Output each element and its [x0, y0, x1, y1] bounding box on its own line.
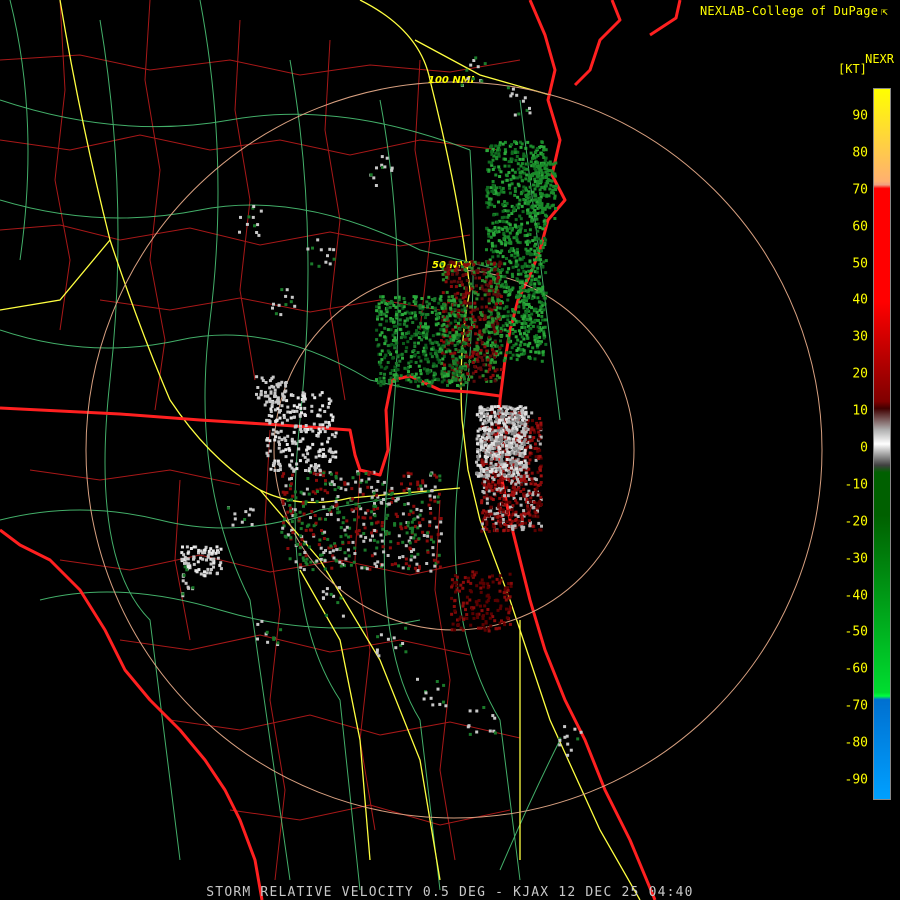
scale-label: -20 [844, 514, 868, 530]
scale-label: 30 [852, 329, 868, 345]
scale-label: 40 [852, 292, 868, 308]
credit-text[interactable]: NEXLAB-College of DuPage [700, 4, 878, 18]
units-label: [KT] [838, 62, 867, 76]
external-link-icon[interactable]: ⇱ [881, 5, 888, 18]
scale-label: 80 [852, 145, 868, 161]
velocity-color-scale [873, 88, 891, 800]
scale-label: 60 [852, 219, 868, 235]
radar-map: 100 NMI 50 NMI [0, 0, 900, 900]
scale-label: 20 [852, 366, 868, 382]
scale-label: 70 [852, 182, 868, 198]
scale-label: -60 [844, 661, 868, 677]
range-label-100: 100 NMI [428, 75, 475, 86]
scale-label: -80 [844, 735, 868, 751]
velocity-scale-labels: 90 80 70 60 50 40 30 20 10 0 -10 -20 -30 -40 -50 -60 -70… [828, 88, 868, 800]
scale-label: -10 [844, 477, 868, 493]
scale-label: -70 [844, 698, 868, 714]
scale-label: -50 [844, 624, 868, 640]
product-label: NEXR [865, 52, 894, 66]
scale-label: 50 [852, 256, 868, 272]
scale-label: -30 [844, 551, 868, 567]
scale-label: -90 [844, 772, 868, 788]
scale-label: -40 [844, 588, 868, 604]
scale-label: 10 [852, 403, 868, 419]
scale-label: 90 [852, 108, 868, 124]
scale-label: 0 [860, 440, 868, 456]
product-caption: STORM RELATIVE VELOCITY 0.5 DEG - KJAX 1… [206, 885, 694, 900]
credit-label[interactable]: NEXLAB-College of DuPage ⇱ [700, 4, 888, 18]
